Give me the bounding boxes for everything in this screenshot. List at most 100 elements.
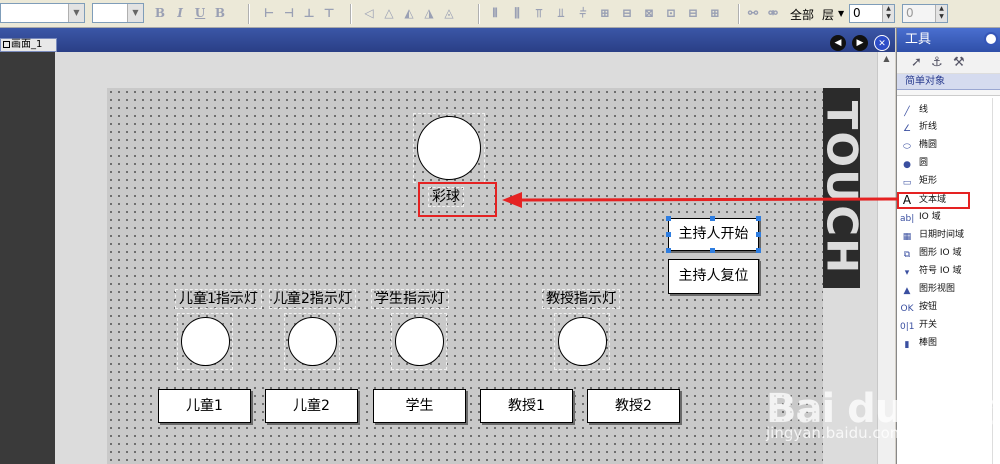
tool-circle[interactable]: ● 圆 (900, 155, 996, 172)
tool-ellipse[interactable]: ⬭ 椭圆 (900, 137, 996, 154)
child1-indicator-label[interactable]: 儿童1指示灯 (175, 289, 262, 309)
button-icon: OK (900, 304, 914, 314)
distribute-h-icon[interactable]: ⫴ (488, 6, 502, 20)
flip-left-icon[interactable]: ◁ (362, 6, 376, 20)
watermark-url: jingyan.baidu.com (766, 424, 905, 442)
scroll-left-icon[interactable]: ◀ (830, 35, 846, 51)
ellipse-icon: ⬭ (903, 142, 911, 152)
symbol-io-icon: ▾ (904, 268, 910, 278)
professor2-button[interactable]: 教授2 (587, 389, 680, 423)
same-height-icon[interactable]: ⊟ (620, 6, 634, 20)
tool-line[interactable]: ╱ 线 (900, 102, 996, 119)
toolbar-separator (738, 4, 740, 24)
selection-handle[interactable] (710, 216, 715, 221)
align-center-icon[interactable]: ⊣ (282, 6, 296, 20)
align-right-icon[interactable]: ⊥ (302, 6, 316, 20)
link-icon[interactable]: ⚯ (746, 6, 760, 20)
align-justify-icon[interactable]: ⊤ (322, 6, 336, 20)
tools-icon[interactable]: ⚒ (953, 55, 965, 70)
pin-icon[interactable] (984, 32, 998, 46)
student-indicator-label[interactable]: 学生指示灯 (371, 289, 449, 309)
layer-spinner[interactable]: 0 ▲ ▼ (849, 4, 895, 23)
align-middle-icon[interactable]: ⫫ (554, 6, 568, 20)
selection-handle[interactable] (666, 248, 671, 253)
tools-icon-row: ➚ ⚓ ⚒ (897, 52, 1000, 74)
toolbar-separator (248, 4, 250, 24)
tool-date-time-label: 日期时间域 (919, 230, 965, 240)
same-width-icon[interactable]: ⊞ (598, 6, 612, 20)
selection-handle[interactable] (756, 248, 761, 253)
pointer-icon[interactable]: ➚ (911, 55, 922, 70)
host-start-button[interactable]: 主持人开始 (668, 218, 759, 251)
center-v-icon[interactable]: ⊟ (686, 6, 700, 20)
lottery-ball-circle[interactable] (417, 116, 481, 180)
align-bottom-icon[interactable]: ⫩ (576, 6, 590, 20)
align-top-icon[interactable]: ⫪ (532, 6, 546, 20)
selection-handle[interactable] (710, 248, 715, 253)
unlink-icon[interactable]: ⚮ (766, 6, 780, 20)
font-size-combo[interactable]: ▼ (92, 3, 144, 23)
spinner-arrows-icon[interactable]: ▲ ▼ (882, 5, 894, 22)
anchor-icon[interactable]: ⚓ (931, 55, 943, 70)
tool-date-time[interactable]: ▦ 日期时间域 (900, 227, 996, 244)
selection-handle[interactable] (666, 216, 671, 221)
tool-symbol-io[interactable]: ▾ 符号 IO 域 (900, 263, 996, 280)
lottery-ball-frame[interactable] (413, 113, 485, 183)
tools-header: 工具 (897, 28, 1000, 52)
bold-icon[interactable]: B (153, 6, 167, 20)
align-left-icon[interactable]: ⊢ (262, 6, 276, 20)
selection-handle[interactable] (756, 216, 761, 221)
student-button[interactable]: 学生 (373, 389, 466, 423)
child2-button[interactable]: 儿童2 (265, 389, 358, 423)
tab-screen-1[interactable]: 画面_1 (0, 38, 57, 52)
tool-switch[interactable]: 0|1 开关 (900, 317, 996, 334)
tool-rectangle[interactable]: ▭ 矩形 (900, 173, 996, 190)
rotate-icon[interactable]: ◬ (442, 6, 456, 20)
selection-handle[interactable] (666, 232, 671, 237)
strikethrough-icon[interactable]: B (213, 6, 227, 20)
professor1-button[interactable]: 教授1 (480, 389, 573, 423)
student-indicator-lamp[interactable] (395, 317, 444, 366)
simple-objects-header[interactable]: 简单对象 (897, 74, 1000, 90)
rotate-right-icon[interactable]: ◮ (422, 6, 436, 20)
child1-indicator-lamp[interactable] (181, 317, 230, 366)
professor-indicator-frame[interactable] (554, 313, 610, 370)
child2-indicator-frame[interactable] (284, 313, 340, 370)
chevron-down-icon[interactable]: ▼ (127, 4, 143, 22)
selection-handle[interactable] (756, 232, 761, 237)
scroll-up-icon[interactable]: ▲ (880, 54, 893, 67)
child2-indicator-label[interactable]: 儿童2指示灯 (269, 289, 356, 309)
tool-io-field[interactable]: ab| IO 域 (900, 209, 996, 226)
group-icon[interactable]: ⊞ (708, 6, 722, 20)
font-name-combo[interactable]: ▼ (0, 3, 85, 23)
child1-button[interactable]: 儿童1 (158, 389, 251, 423)
center-h-icon[interactable]: ⊡ (664, 6, 678, 20)
layer-value: 0 (853, 6, 861, 20)
chevron-down-icon[interactable]: ▼ (68, 4, 84, 22)
flip-up-icon[interactable]: △ (382, 6, 396, 20)
tool-io-field-label: IO 域 (919, 212, 941, 222)
student-indicator-frame[interactable] (391, 313, 447, 370)
underline-icon[interactable]: U (193, 6, 207, 20)
rotate-left-icon[interactable]: ◭ (402, 6, 416, 20)
spacing-icon[interactable]: ⊠ (642, 6, 656, 20)
toolbar-separator (350, 4, 352, 24)
close-icon[interactable]: ✕ (874, 35, 890, 51)
tool-graphic-view-label: 图形视图 (919, 284, 956, 294)
tool-switch-label: 开关 (919, 320, 938, 330)
tool-button[interactable]: OK 按钮 (900, 299, 996, 316)
tool-polyline[interactable]: ∠ 折线 (900, 119, 996, 136)
child2-indicator-lamp[interactable] (288, 317, 337, 366)
chevron-down-icon[interactable]: ▼ (838, 9, 844, 18)
tool-graphic-io[interactable]: ⧉ 图形 IO 域 (900, 245, 996, 262)
tool-bar[interactable]: ▮ 棒图 (900, 335, 996, 352)
host-reset-button[interactable]: 主持人复位 (668, 259, 759, 294)
italic-icon[interactable]: I (173, 6, 187, 20)
scroll-right-icon[interactable]: ▶ (852, 35, 868, 51)
all-layers-label[interactable]: 全部 (790, 6, 814, 23)
distribute-v-icon[interactable]: ⫼ (510, 6, 524, 20)
professor-indicator-lamp[interactable] (558, 317, 607, 366)
child1-indicator-frame[interactable] (177, 313, 233, 370)
professor-indicator-label[interactable]: 教授指示灯 (542, 289, 620, 309)
tool-graphic-view[interactable]: ▲ 图形视图 (900, 281, 996, 298)
